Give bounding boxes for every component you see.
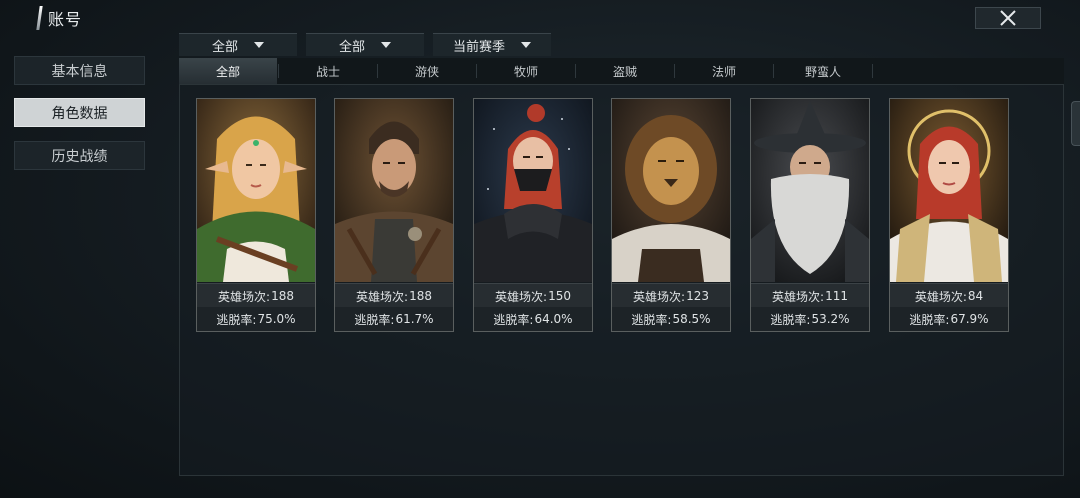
side-scroll-handle[interactable] [1071, 101, 1080, 146]
tab-label: 牧师 [513, 64, 538, 79]
filter-dropdown-2[interactable]: 全部 [306, 33, 424, 56]
chevron-down-icon [381, 42, 391, 48]
character-card-wizard[interactable]: 英雄场次: 111 逃脱率: 53.2% [750, 98, 870, 332]
character-card-warrior[interactable]: 英雄场次: 188 逃脱率: 61.7% [334, 98, 454, 332]
close-button[interactable] [975, 7, 1041, 29]
page-title: 账号 [48, 10, 83, 29]
elf-ranger-portrait [197, 99, 315, 282]
chevron-down-icon [521, 42, 531, 48]
character-card-cleric[interactable]: 英雄场次: 84 逃脱率: 67.9% [889, 98, 1009, 332]
sidebar-item-label: 角色数据 [51, 105, 108, 122]
tab-label: 盗贼 [612, 64, 637, 79]
filter-value: 全部 [338, 39, 365, 55]
games-played: 英雄场次: 188 [335, 283, 453, 308]
tab-divider [872, 64, 873, 78]
games-played: 英雄场次: 123 [612, 283, 730, 308]
tab-label: 野蛮人 [804, 64, 841, 79]
sidebar-item-label: 历史战绩 [51, 148, 108, 165]
warrior-portrait [335, 99, 453, 282]
games-played: 英雄场次: 188 [197, 283, 315, 308]
games-played: 英雄场次: 111 [751, 283, 869, 308]
tab-rogue[interactable]: 盗贼 [576, 58, 674, 84]
sidebar-item-label: 基本信息 [51, 63, 108, 80]
tab-label: 游侠 [414, 64, 439, 79]
tab-label: 战士 [315, 64, 340, 79]
class-tab-bar: 全部 战士 游侠 牧师 盗贼 法师 野蛮人 [179, 58, 1064, 85]
escape-rate: 逃脱率: 64.0% [474, 307, 592, 331]
escape-rate: 逃脱率: 75.0% [197, 307, 315, 331]
wizard-portrait [751, 99, 869, 282]
escape-rate: 逃脱率: 58.5% [612, 307, 730, 331]
tab-wizard[interactable]: 法师 [675, 58, 773, 84]
chevron-down-icon [254, 42, 264, 48]
character-card-elf-ranger[interactable]: 英雄场次: 188 逃脱率: 75.0% [196, 98, 316, 332]
escape-rate: 逃脱率: 53.2% [751, 307, 869, 331]
games-played: 英雄场次: 150 [474, 283, 592, 308]
character-card-rogue[interactable]: 英雄场次: 150 逃脱率: 64.0% [473, 98, 593, 332]
games-played: 英雄场次: 84 [890, 283, 1008, 308]
filter-dropdown-1[interactable]: 全部 [179, 33, 297, 56]
tab-all[interactable]: 全部 [179, 58, 277, 84]
masked-rogue-portrait [474, 99, 592, 282]
tab-label: 全部 [215, 64, 240, 79]
title-accent [36, 6, 43, 30]
filter-dropdown-season[interactable]: 当前赛季 [433, 33, 551, 56]
tab-warrior[interactable]: 战士 [279, 58, 377, 84]
escape-rate: 逃脱率: 61.7% [335, 307, 453, 331]
sidebar-item-match-history[interactable]: 历史战绩 [14, 141, 145, 170]
escape-rate: 逃脱率: 67.9% [890, 307, 1008, 331]
tab-barbarian[interactable]: 野蛮人 [774, 58, 872, 84]
filter-value: 当前赛季 [452, 39, 505, 55]
tab-ranger[interactable]: 游侠 [378, 58, 476, 84]
sidebar-item-basic-info[interactable]: 基本信息 [14, 56, 145, 85]
filter-value: 全部 [211, 39, 238, 55]
cleric-portrait [890, 99, 1008, 282]
sidebar-item-character-data[interactable]: 角色数据 [14, 98, 145, 127]
close-icon [1000, 10, 1016, 26]
lion-barbarian-portrait [612, 99, 730, 282]
character-card-barbarian[interactable]: 英雄场次: 123 逃脱率: 58.5% [611, 98, 731, 332]
tab-cleric[interactable]: 牧师 [477, 58, 575, 84]
tab-label: 法师 [711, 64, 736, 79]
